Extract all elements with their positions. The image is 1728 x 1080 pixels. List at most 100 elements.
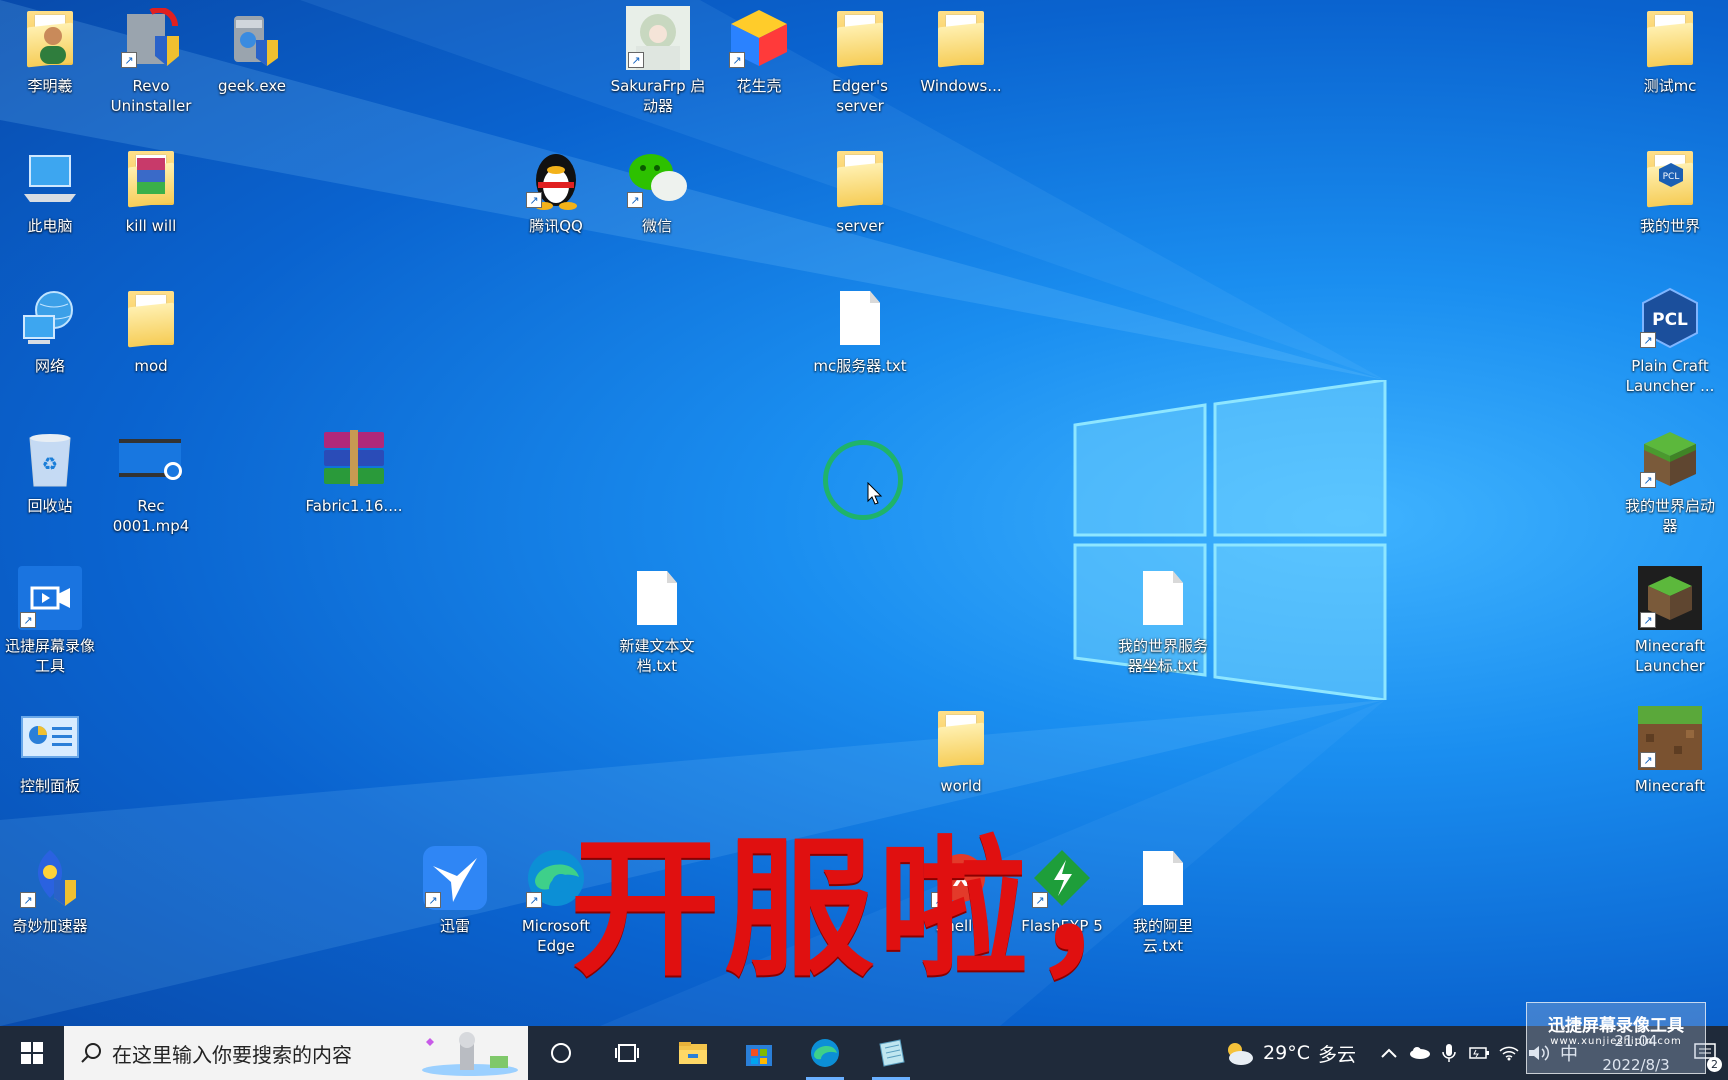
desktop-icon-edgers-server[interactable]: Edger's server <box>810 6 910 116</box>
watermark-title: 迅捷屏幕录像工具 <box>1548 1016 1684 1036</box>
pcl-launcher-icon: PCL ↗ <box>1638 286 1702 350</box>
text-file-icon <box>1131 566 1195 630</box>
file-explorer-icon <box>679 1042 707 1064</box>
desktop-icon-control-panel[interactable]: 控制面板 <box>0 706 100 796</box>
desktop-icon-plain-craft-launcher[interactable]: PCL ↗ Plain Craft Launcher ... <box>1620 286 1720 396</box>
revo-uninstaller-icon: ↗ <box>119 6 183 70</box>
desktop-icon-kill-will[interactable]: kill will <box>101 146 201 236</box>
desktop-icon-this-pc[interactable]: 此电脑 <box>0 146 100 236</box>
tray-wifi[interactable] <box>1494 1045 1524 1061</box>
desktop-icon-qq[interactable]: ↗ 腾讯QQ <box>506 146 606 236</box>
tray-battery[interactable] <box>1464 1045 1494 1061</box>
text-file-icon <box>625 566 689 630</box>
recycle-bin-icon: ♻ <box>18 426 82 490</box>
network-globe-icon <box>18 286 82 350</box>
tray-microphone[interactable] <box>1434 1043 1464 1063</box>
desktop-icon-minecraft-launcher[interactable]: ↗ Minecraft Launcher <box>1620 566 1720 676</box>
desktop-icon-server[interactable]: server <box>810 146 910 236</box>
peanut-shell-icon: ↗ <box>727 6 791 70</box>
desktop-icon-li-mingxi[interactable]: 李明羲 <box>0 6 100 96</box>
click-highlight-ring <box>823 440 903 520</box>
desktop-icon-revo-uninstaller[interactable]: ↗ Revo Uninstaller <box>101 6 201 116</box>
search-placeholder: 在这里输入你要搜索的内容 <box>112 1042 352 1067</box>
desktop-icon-fabric-archive[interactable]: Fabric1.16.... <box>304 426 404 516</box>
desktop-icon-wechat[interactable]: ↗ 微信 <box>607 146 707 236</box>
search-icon <box>81 1043 101 1063</box>
desktop-icon-peanut-shell[interactable]: ↗ 花生壳 <box>709 6 809 96</box>
desktop-icon-geek[interactable]: geek.exe <box>202 6 302 96</box>
notification-count-badge: 2 <box>1707 1057 1722 1072</box>
edge-icon <box>811 1039 839 1067</box>
tray-onedrive[interactable] <box>1404 1046 1434 1060</box>
desktop-icon-qimiao-accelerator[interactable]: ↗ 奇妙加速器 <box>0 846 100 936</box>
partly-cloudy-icon <box>1228 1043 1254 1065</box>
task-view-icon <box>615 1044 639 1062</box>
desktop-icon-xunlei[interactable]: ↗ 迅雷 <box>405 846 505 936</box>
desktop-icon-sakurafrp[interactable]: ↗ SakuraFrp 启动器 <box>608 6 708 116</box>
sakurafrp-icon: ↗ <box>626 6 690 70</box>
windows-start-icon <box>21 1042 43 1064</box>
desktop-icon-new-text-doc[interactable]: 新建文本文档.txt <box>607 566 707 676</box>
qimiao-accelerator-icon: ↗ <box>18 846 82 910</box>
notepad-icon <box>879 1039 905 1067</box>
chevron-up-icon <box>1381 1048 1397 1058</box>
pcl-folder-icon: PCL <box>1638 146 1702 210</box>
desktop-icon-mod[interactable]: mod <box>101 286 201 376</box>
cortana-circle-icon <box>551 1043 571 1063</box>
start-button[interactable] <box>0 1026 64 1080</box>
screen-recorder-icon: ↗ <box>18 566 82 630</box>
minecraft-dirt-icon: ↗ <box>1638 706 1702 770</box>
weather-widget[interactable]: 29°C 多云 <box>1223 1040 1356 1067</box>
cortana-button[interactable] <box>528 1026 594 1080</box>
desktop-icon-minecraft[interactable]: ↗ Minecraft <box>1620 706 1720 796</box>
folder-icon <box>119 286 183 350</box>
qq-penguin-icon: ↗ <box>524 146 588 210</box>
watermark-url: www.xunjieshipin.com <box>1550 1036 1682 1047</box>
text-file-icon <box>828 286 892 350</box>
taskbar-edge[interactable] <box>792 1026 858 1080</box>
svg-text:♻: ♻ <box>42 454 58 475</box>
recorder-watermark: 迅捷屏幕录像工具 www.xunjieshipin.com <box>1526 1002 1706 1074</box>
taskbar-search-box[interactable]: 在这里输入你要搜索的内容 <box>64 1026 528 1080</box>
minecraft-grass-block-icon: ↗ <box>1638 426 1702 490</box>
wifi-icon <box>1499 1046 1519 1061</box>
desktop-icon-minecraft-folder[interactable]: PCL 我的世界 <box>1620 146 1720 236</box>
weather-temp: 29°C <box>1263 1042 1310 1064</box>
desktop-icon-rec-video[interactable]: Rec 0001.mp4 <box>101 426 201 536</box>
xunlei-bird-icon: ↗ <box>423 846 487 910</box>
task-view-button[interactable] <box>594 1026 660 1080</box>
desktop-icon-recycle-bin[interactable]: ♻ 回收站 <box>0 426 100 516</box>
user-folder-icon <box>18 6 82 70</box>
taskbar-microsoft-store[interactable] <box>726 1026 792 1080</box>
svg-text:PCL: PCL <box>1652 310 1688 330</box>
desktop-icon-windows-folder[interactable]: Windows... <box>911 6 1011 96</box>
geek-uninstaller-icon <box>220 6 284 70</box>
desktop-icon-server-coords-txt[interactable]: 我的世界服务器坐标.txt <box>1113 566 1213 676</box>
microsoft-store-icon <box>746 1045 772 1066</box>
weather-condition: 多云 <box>1317 1043 1356 1066</box>
onedrive-cloud-icon <box>1410 1047 1430 1059</box>
desktop-icon-network[interactable]: 网络 <box>0 286 100 376</box>
battery-plug-icon <box>1469 1047 1489 1059</box>
tray-overflow-button[interactable] <box>1374 1048 1404 1058</box>
this-pc-icon <box>18 146 82 210</box>
winrar-folder-icon <box>119 146 183 210</box>
folder-icon <box>828 6 892 70</box>
video-caption-overlay: 开服啦， <box>570 823 1187 997</box>
video-file-icon <box>119 426 183 490</box>
folder-icon <box>828 146 892 210</box>
desktop-icon-screen-recorder[interactable]: ↗ 迅捷屏幕录像工具 <box>0 566 100 676</box>
folder-icon <box>929 706 993 770</box>
wechat-icon: ↗ <box>625 146 689 210</box>
microphone-icon <box>1442 1044 1456 1062</box>
mouse-cursor-icon <box>867 482 883 505</box>
taskbar-notepad[interactable] <box>858 1026 924 1080</box>
svg-text:PCL: PCL <box>1663 172 1680 182</box>
desktop-icon-world[interactable]: world <box>911 706 1011 796</box>
search-highlight-illustration <box>422 1032 518 1076</box>
folder-icon <box>1638 6 1702 70</box>
desktop-icon-test-mc[interactable]: 测试mc <box>1620 6 1720 96</box>
taskbar-file-explorer[interactable] <box>660 1026 726 1080</box>
desktop-icon-minecraft-launcher-cn[interactable]: ↗ 我的世界启动器 <box>1620 426 1720 536</box>
desktop-icon-mc-server-txt[interactable]: mc服务器.txt <box>810 286 910 376</box>
